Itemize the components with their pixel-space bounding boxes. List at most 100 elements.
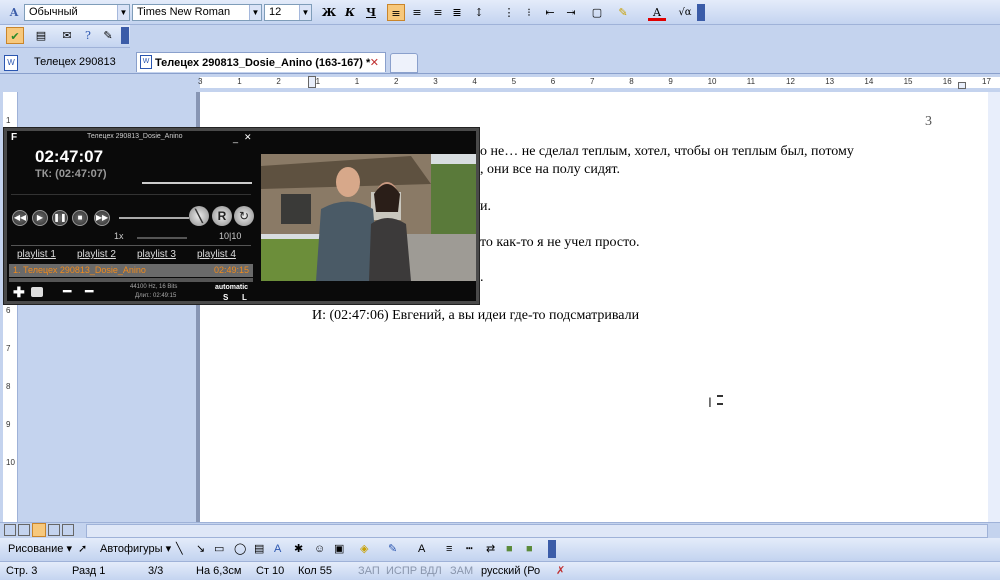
playlist-tab-4[interactable]: playlist 4 xyxy=(197,249,236,260)
line-color-icon[interactable]: ✎ xyxy=(388,538,397,560)
rectangle-icon[interactable]: ▭ xyxy=(214,538,224,560)
font-size-select[interactable]: 12 ▼ xyxy=(264,4,312,21)
line-style-icon[interactable]: ≡ xyxy=(446,538,452,560)
dash-style-icon[interactable]: ┅ xyxy=(466,538,473,560)
remove-all-icon[interactable]: ━ xyxy=(85,284,101,298)
indent-marker-icon[interactable] xyxy=(308,76,316,88)
fill-color-icon[interactable]: ◈ xyxy=(360,538,368,560)
align-right-icon[interactable]: ≡ xyxy=(429,4,447,21)
status-track-changes[interactable]: ИСПР xyxy=(386,562,417,580)
repeat-button[interactable]: R xyxy=(212,206,232,226)
close-icon[interactable]: ✕ xyxy=(370,53,379,73)
speed-slider[interactable] xyxy=(137,237,187,239)
stop-button[interactable]: ■ xyxy=(72,210,88,226)
play-button[interactable]: ▶ xyxy=(32,210,48,226)
align-center-icon[interactable]: ≡ xyxy=(408,4,426,21)
clipart-icon[interactable]: ☺ xyxy=(314,538,325,560)
ruler-number: 11 xyxy=(746,77,756,86)
seek-slider[interactable] xyxy=(142,182,252,184)
horizontal-scrollbar[interactable] xyxy=(86,524,988,538)
folder-icon[interactable] xyxy=(31,287,43,297)
tab-doc-1[interactable]: Телецех 290813 xyxy=(4,52,132,72)
style-select[interactable]: Обычный ▼ xyxy=(24,4,130,21)
toolbar-options-icon[interactable] xyxy=(121,27,129,44)
font-color-icon[interactable]: A xyxy=(648,4,666,21)
status-extend[interactable]: ВДЛ xyxy=(420,562,442,580)
oval-icon[interactable]: ◯ xyxy=(234,538,246,560)
vruler-number: 9 xyxy=(6,420,11,429)
man-head xyxy=(336,167,360,197)
media-player[interactable]: F Телецех 290813_Dosie_Anino _ ✕ 02:47:0… xyxy=(3,127,480,305)
wordart-icon[interactable]: A xyxy=(274,538,281,560)
textbox-icon[interactable]: ▤ xyxy=(254,538,264,560)
horizontal-ruler[interactable]: 3 1 2 1 1 2 3 4 5 6 7 8 9 10 11 12 13 14 15 16 17 xyxy=(0,74,1000,90)
line-spacing-icon[interactable]: ↕ xyxy=(470,4,488,21)
check-icon[interactable]: ✔ xyxy=(6,27,24,44)
3d-icon[interactable]: ■ xyxy=(526,538,533,560)
bold-button[interactable]: Ж xyxy=(320,4,338,21)
close-icon[interactable]: ✕ xyxy=(244,132,252,143)
vruler-number: 1 xyxy=(6,116,11,125)
font-select[interactable]: Times New Roman ▼ xyxy=(132,4,262,21)
marker-button[interactable]: ╲ xyxy=(189,206,209,226)
pause-button[interactable]: ❚❚ xyxy=(52,210,68,226)
track-time: 02:49:15 xyxy=(213,265,249,275)
picture-icon[interactable]: ▣ xyxy=(334,538,344,560)
playlist-tab-1[interactable]: playlist 1 xyxy=(17,249,56,260)
underline-button[interactable]: Ч xyxy=(362,4,380,21)
settings-icon[interactable]: ✎ xyxy=(99,27,117,44)
font-color-icon[interactable]: A xyxy=(418,538,425,560)
remove-icon[interactable]: ━ xyxy=(63,284,79,298)
italic-button[interactable]: К xyxy=(341,4,359,21)
styles-pane-icon[interactable]: A xyxy=(5,4,23,21)
status-language[interactable]: русский (Ро xyxy=(481,562,540,580)
chevron-down-icon[interactable]: ▼ xyxy=(117,5,129,20)
minimize-icon[interactable]: _ xyxy=(233,133,238,143)
playlist-row[interactable]: 1. Телецех 290813_Dosie_Anino 02:49:15 xyxy=(9,264,253,277)
print-view-icon[interactable] xyxy=(32,523,46,537)
document-icon[interactable]: ▤ xyxy=(32,27,50,44)
chevron-down-icon[interactable]: ▼ xyxy=(249,5,261,20)
bullet-list-icon[interactable]: ⁝ xyxy=(520,4,538,21)
envelope-icon[interactable]: ✉ xyxy=(58,27,76,44)
highlight-icon[interactable]: ✎ xyxy=(614,4,632,21)
doc-line-5: . xyxy=(480,270,484,285)
status-overtype[interactable]: ЗАМ xyxy=(450,562,473,580)
line-icon[interactable]: ╲ xyxy=(176,538,183,560)
justify-icon[interactable]: ≣ xyxy=(448,4,466,21)
diagram-icon[interactable]: ✱ xyxy=(294,538,303,560)
outline-view-icon[interactable] xyxy=(48,524,60,536)
borders-icon[interactable]: ▢ xyxy=(588,4,606,21)
autoshapes-menu[interactable]: Автофигуры ▾ xyxy=(100,538,171,560)
forward-button[interactable]: ▶▶ xyxy=(94,210,110,226)
playlist-tab-3[interactable]: playlist 3 xyxy=(137,249,176,260)
formula-icon[interactable]: √α xyxy=(674,4,696,21)
playlist-tab-2[interactable]: playlist 2 xyxy=(77,249,116,260)
shadow-icon[interactable]: ■ xyxy=(506,538,513,560)
web-view-icon[interactable] xyxy=(18,524,30,536)
chevron-down-icon[interactable]: ▼ xyxy=(299,5,311,20)
select-pointer-icon[interactable]: ➚ xyxy=(78,538,87,560)
reading-view-icon[interactable] xyxy=(62,524,74,536)
rewind-button[interactable]: ◀◀ xyxy=(12,210,28,226)
arrow-style-icon[interactable]: ⇄ xyxy=(486,538,495,560)
spelling-status-icon[interactable]: ✗ xyxy=(556,562,565,580)
volume-slider[interactable] xyxy=(119,217,189,219)
arrow-icon[interactable]: ↘ xyxy=(196,538,205,560)
new-tab-button[interactable] xyxy=(390,53,418,73)
normal-view-icon[interactable] xyxy=(4,524,16,536)
tab-doc-2[interactable]: Телецех 290813_Dosie_Anino (163-167) * ✕ xyxy=(136,52,386,72)
loop-icon[interactable]: ↻ xyxy=(234,206,254,226)
status-record[interactable]: ЗАП xyxy=(358,562,380,580)
decrease-indent-icon[interactable]: ⇤ xyxy=(541,4,559,21)
numbered-list-icon[interactable]: ⋮ xyxy=(500,4,518,21)
vertical-scrollbar[interactable] xyxy=(988,92,1000,522)
toolbar-options-icon[interactable] xyxy=(697,4,705,21)
align-left-icon[interactable]: ≡ xyxy=(387,4,405,21)
increase-indent-icon[interactable]: ⇥ xyxy=(562,4,580,21)
toolbar-options-icon[interactable] xyxy=(548,540,556,558)
help-icon[interactable]: ? xyxy=(79,27,97,44)
drawing-menu[interactable]: Рисование ▾ xyxy=(8,538,72,560)
right-indent-marker-icon[interactable] xyxy=(958,82,966,89)
add-icon[interactable]: ✚ xyxy=(13,285,25,299)
